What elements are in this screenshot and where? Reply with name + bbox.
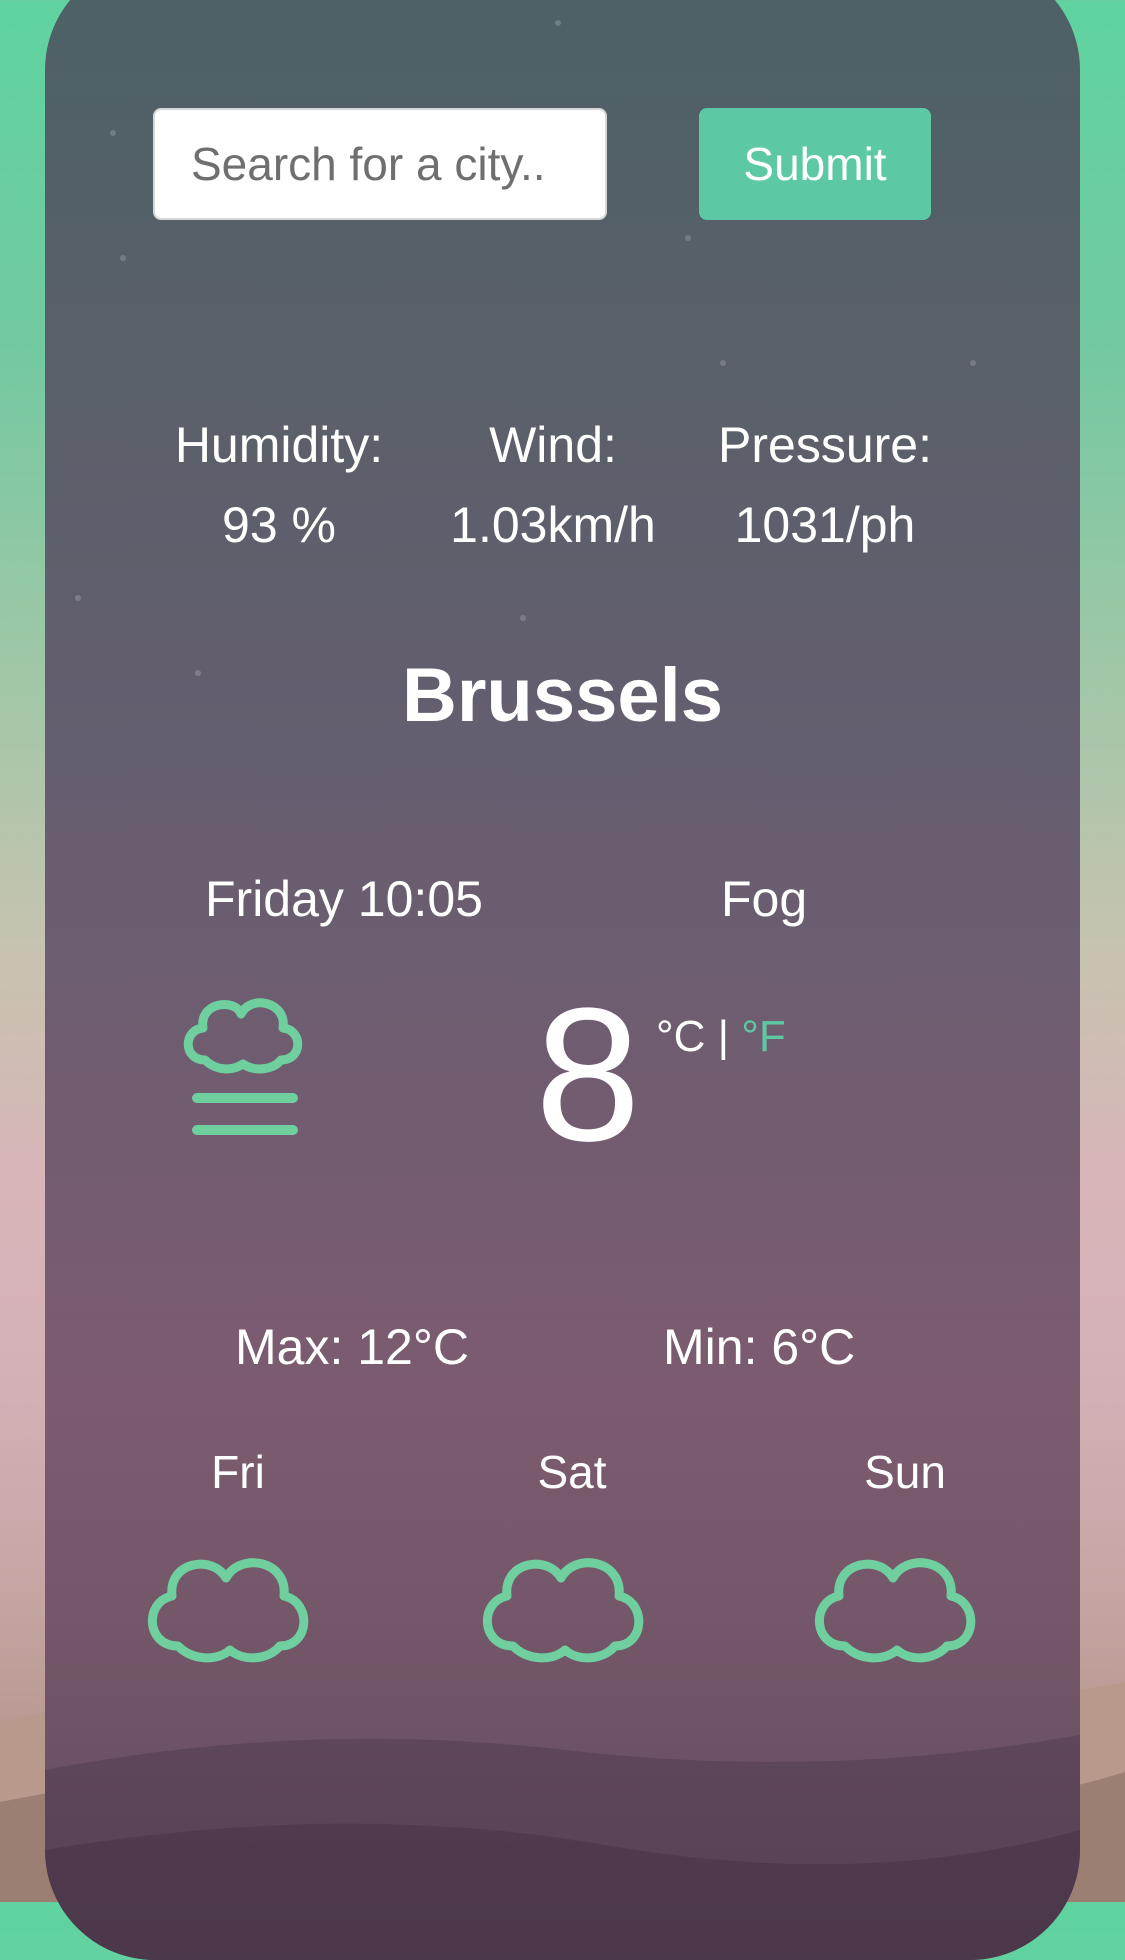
star xyxy=(720,360,726,366)
pressure-stat: Pressure: 1031/ph xyxy=(685,405,965,565)
min-temperature: Min: 6°C xyxy=(663,1319,856,1375)
wind-label: Wind: xyxy=(489,417,617,473)
humidity-stat: Humidity: 93 % xyxy=(139,405,419,565)
pressure-value: 1031/ph xyxy=(734,497,916,553)
date-time: Friday 10:05 xyxy=(205,871,483,927)
star xyxy=(520,615,526,621)
wind-value: 1.03km/h xyxy=(450,497,656,553)
humidity-label: Humidity: xyxy=(174,417,384,473)
current-temperature: 8 xyxy=(535,969,641,1181)
max-temperature: Max: 12°C xyxy=(235,1319,469,1375)
search-input[interactable] xyxy=(153,108,607,220)
star xyxy=(110,130,116,136)
unit-separator: | xyxy=(717,1012,730,1061)
star xyxy=(120,255,126,261)
star xyxy=(685,235,691,241)
cloud-icon xyxy=(147,1558,309,1663)
star xyxy=(970,360,976,366)
unit-toggle: °C | °F xyxy=(656,1012,786,1062)
star xyxy=(75,595,81,601)
fahrenheit-toggle[interactable]: °F xyxy=(741,1012,785,1061)
humidity-value: 93 % xyxy=(222,497,336,553)
weather-condition: Fog xyxy=(721,871,808,927)
pressure-label: Pressure: xyxy=(718,417,932,473)
submit-button[interactable]: Submit xyxy=(699,108,931,220)
cloud-icon xyxy=(482,1558,644,1663)
city-name: Brussels xyxy=(401,653,724,738)
fog-icon xyxy=(183,998,303,1135)
forecast-day-sun: Sun xyxy=(864,1446,946,1498)
celsius-toggle[interactable]: °C xyxy=(656,1012,705,1061)
cloud-icon xyxy=(814,1558,976,1663)
forecast-day-fri: Fri xyxy=(211,1446,265,1498)
star xyxy=(555,20,561,26)
forecast-day-sat: Sat xyxy=(537,1446,607,1498)
weather-card: Submit Humidity: 93 % Wind: 1.03km/h Pre… xyxy=(45,0,1080,1960)
wind-stat: Wind: 1.03km/h xyxy=(413,405,693,565)
